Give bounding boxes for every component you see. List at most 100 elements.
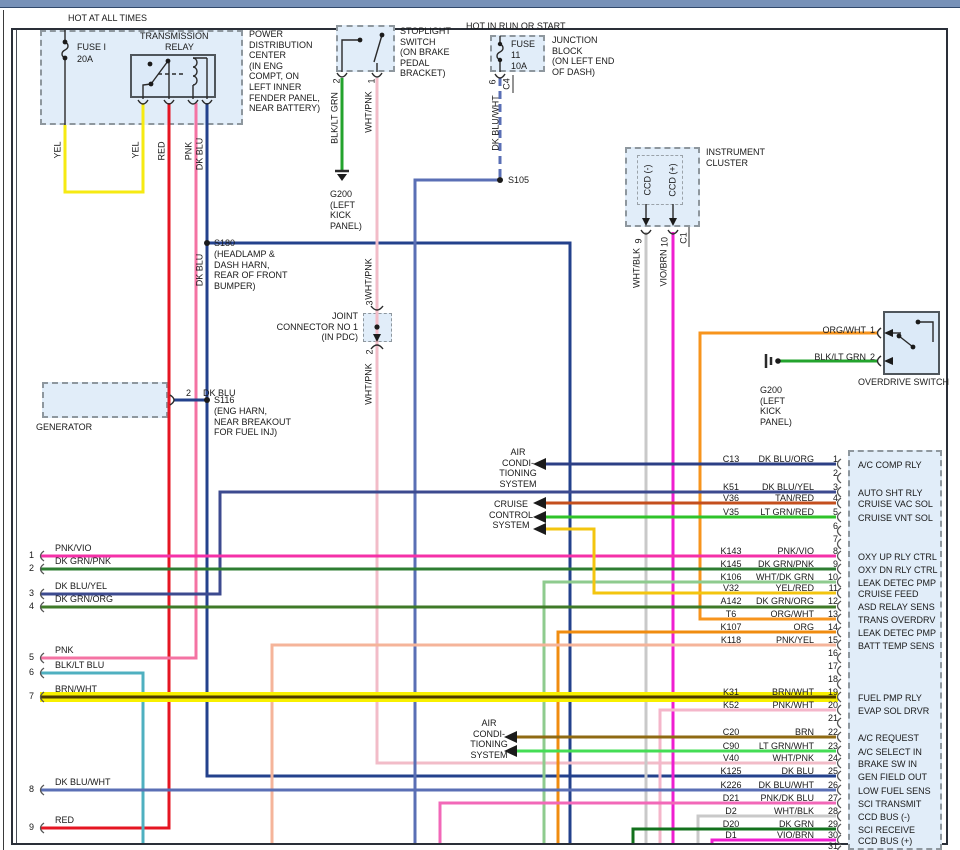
fuse1-element — [62, 42, 68, 58]
pin-function: CRUISE VAC SOL — [858, 499, 933, 510]
connector-hook — [838, 824, 842, 834]
connector-hook — [838, 473, 842, 483]
pin-number: 11 — [812, 583, 838, 594]
fuse11-dot-bottom — [498, 58, 502, 62]
cluster-arrow-minus — [642, 218, 650, 226]
pin-number: 8 — [812, 546, 838, 557]
left-wire-label: RED — [55, 815, 74, 826]
pin-function: OXY DN RLY CTRL — [858, 565, 938, 576]
overdrive-arm — [899, 336, 913, 347]
connector-hook — [838, 564, 842, 574]
pin-function: A/C SELECT IN — [858, 747, 922, 758]
splice-s180-label: S180 — [214, 238, 235, 249]
wire-label-wht-pnk-1: WHT/PNK — [365, 91, 374, 133]
pin-number: 7 — [812, 534, 838, 545]
relay-title-1: TRANSMISSION — [140, 31, 209, 42]
connector-hook — [838, 746, 842, 756]
connector-hook — [838, 512, 842, 522]
g200-right-bars — [766, 354, 771, 368]
wire-label-org-wht: ORG/WHT — [796, 325, 866, 336]
fuse1-dot-top — [63, 40, 68, 45]
junction-note: JUNCTION BLOCK (ON LEFT END OF DASH) — [552, 35, 614, 77]
pin-number: 26 — [812, 780, 838, 791]
pin-number: 24 — [812, 753, 838, 764]
connector-hook — [838, 498, 842, 508]
pin-wire-color: WHT/BLK — [738, 806, 814, 817]
splice-s105-dot — [497, 177, 503, 183]
pin-function: LEAK DETEC PMP — [858, 578, 936, 589]
cluster-ccd-plus: CCD (+) — [669, 163, 678, 196]
left-wire-label: BLK/LT BLU — [55, 660, 104, 671]
stoplight-pin-hooks — [337, 73, 382, 77]
connector-hook — [838, 758, 842, 768]
overdrive-arrow-1 — [884, 329, 893, 337]
pin-number: 4 — [812, 493, 838, 504]
fuse11-amps: 10A — [511, 61, 527, 72]
overdrive-elbow — [918, 322, 933, 342]
cluster-connector-c1: C1 — [680, 232, 689, 244]
fuse11-element — [497, 44, 503, 60]
relay-pin-hooks — [138, 100, 212, 104]
pin-function: BRAKE SW IN — [858, 759, 917, 770]
left-wire-label: DK GRN/PNK — [55, 556, 111, 567]
pin-function: LOW FUEL SENS — [858, 786, 931, 797]
junction-hot-label: HOT IN RUN OR START — [466, 21, 566, 32]
relay-dot-b — [166, 59, 171, 64]
fuse11-name: FUSE — [511, 39, 535, 50]
pin-wire-color: PNK/VIO — [738, 546, 814, 557]
connector-hook — [838, 705, 842, 715]
left-wire-label: DK BLU/WHT — [55, 777, 111, 788]
cluster-ccd-minus: CCD (-) — [644, 165, 653, 196]
pin-function: TRANS OVERDRV — [858, 615, 935, 626]
relay-arm — [151, 61, 168, 84]
pin-number: 16 — [812, 648, 838, 659]
pin-wire-color: PNK/WHT — [738, 700, 814, 711]
pin-wire-color: DK GRN/ORG — [738, 596, 814, 607]
left-wire-number: 6 — [20, 667, 34, 678]
joint-connector-note: JOINT CONNECTOR NO 1 (IN PDC) — [262, 311, 358, 343]
pin-function: CCD BUS (-) — [858, 812, 910, 823]
pin-number: 5 — [812, 507, 838, 518]
pin-function: FUEL PMP RLY — [858, 693, 922, 704]
pin-wire-color: ORG/WHT — [738, 609, 814, 620]
connector-hook — [838, 551, 842, 561]
pin-function: GEN FIELD OUT — [858, 772, 927, 783]
splice-s105-label: S105 — [508, 175, 529, 186]
cluster-note: INSTRUMENT CLUSTER — [706, 147, 765, 168]
wire-label-dk-blu-wht: DK BLU/WHT — [492, 95, 501, 151]
overdrive-dot-a — [916, 320, 921, 325]
wire-label-dkblu-1: DK BLU — [196, 138, 205, 171]
pin-function: CRUISE FEED — [858, 589, 919, 600]
pin-wire-color: BRN — [738, 727, 814, 738]
left-wire-label: DK BLU/YEL — [55, 581, 107, 592]
pin-wire-color: LT GRN/WHT — [738, 741, 814, 752]
overdrive-pin-2: 2 — [870, 352, 875, 363]
pin-wire-color: DK GRN — [738, 819, 814, 830]
overdrive-dot-c — [911, 345, 916, 350]
fuse11-number: 11 — [511, 50, 520, 61]
joint-arrow-down — [373, 334, 381, 342]
connector-hook — [838, 718, 842, 728]
wire-pnk — [40, 103, 196, 658]
ac-system-label-1: AIR CONDI- TIONING SYSTEM — [487, 447, 549, 489]
pin-wire-color: DK BLU — [738, 766, 814, 777]
connector-hook — [838, 459, 842, 469]
left-wire-number: 7 — [20, 691, 34, 702]
connector-hook — [838, 846, 842, 850]
pdc-location-note: POWER DISTRIBUTION CENTER (IN ENG COMPT,… — [249, 29, 320, 114]
pin-wire-color: DK BLU/YEL — [738, 482, 814, 493]
relay-pin30-lead — [143, 84, 151, 99]
stoplight-left-lead — [342, 40, 358, 72]
pin-wire-color: PNK/YEL — [738, 635, 814, 646]
overdrive-arrow-2 — [884, 357, 893, 365]
pin-function: A/C COMP RLY — [858, 460, 922, 471]
overdrive-pin-hooks — [878, 328, 882, 366]
stoplight-dot-b — [380, 33, 385, 38]
pin-wire-color: BRN/WHT — [738, 687, 814, 698]
connector-hook — [838, 771, 842, 781]
g200-left-label: G200 (LEFT KICK PANEL) — [330, 189, 362, 231]
left-wire-number: 4 — [20, 601, 34, 612]
left-wire-number: 5 — [20, 652, 34, 663]
wire-label-pnk: PNK — [185, 142, 194, 161]
generator-pin: 2 — [186, 388, 191, 399]
